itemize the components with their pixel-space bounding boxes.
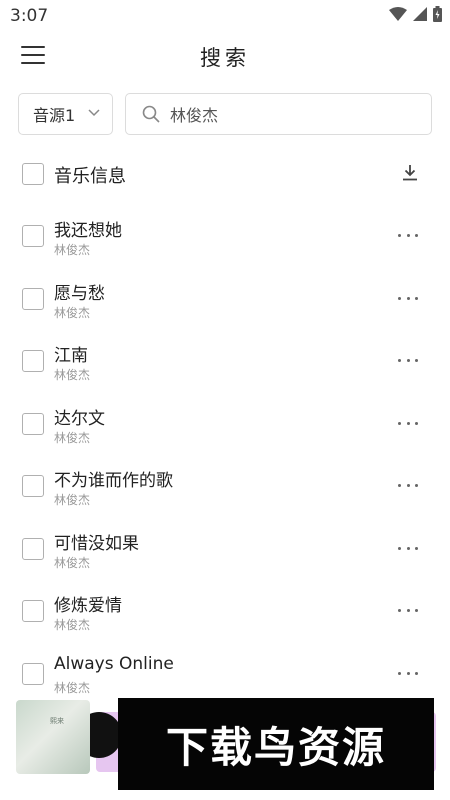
status-time: 3:07	[10, 6, 49, 26]
song-artist: 林俊杰	[54, 555, 91, 570]
source-select-value: 音源1	[33, 106, 76, 125]
song-artist: 林俊杰	[54, 618, 91, 632]
search-input[interactable]	[170, 104, 400, 124]
more-options-icon[interactable]	[398, 546, 418, 553]
song-checkbox[interactable]	[22, 662, 44, 685]
source-select[interactable]: 音源1	[18, 93, 113, 135]
song-checkbox[interactable]	[22, 287, 44, 310]
song-row[interactable]: 不为谁而作的歌 林俊杰	[0, 460, 450, 523]
song-row[interactable]: 达尔文 林俊杰	[0, 398, 450, 461]
more-options-icon[interactable]	[398, 609, 418, 615]
status-bar: 3:07	[0, 0, 450, 32]
watermark-banner: 下载鸟资源	[118, 698, 434, 790]
mini-player: 熙来 下载鸟资源	[16, 698, 436, 790]
song-title: 修炼爱情	[54, 596, 122, 616]
chevron-down-icon	[88, 109, 100, 117]
watermark-text: 下载鸟资源	[165, 722, 386, 772]
more-options-icon[interactable]	[398, 359, 418, 365]
download-icon[interactable]	[402, 164, 418, 182]
battery-icon	[433, 6, 442, 22]
song-checkbox[interactable]	[22, 600, 44, 622]
song-row[interactable]: 愿与愁 林俊杰	[0, 273, 450, 336]
song-title: 愿与愁	[54, 283, 105, 304]
list-header-label: 音乐信息	[54, 166, 126, 187]
song-artist: 林俊杰	[54, 305, 91, 320]
song-list: 我还想她 林俊杰 愿与愁 林俊杰 江南 林俊杰 达尔文 林俊杰 不为谁而作的歌 …	[0, 210, 450, 710]
song-title: 不为谁而作的歌	[54, 471, 173, 491]
more-options-icon[interactable]	[398, 234, 418, 240]
song-title: 达尔文	[54, 408, 105, 429]
song-title: 我还想她	[54, 221, 122, 241]
song-title: Always Online	[54, 653, 174, 674]
song-artist: 林俊杰	[54, 493, 91, 507]
status-icons	[389, 6, 442, 22]
song-checkbox[interactable]	[22, 412, 44, 435]
song-row[interactable]: 江南 林俊杰	[0, 335, 450, 398]
song-checkbox[interactable]	[22, 350, 44, 372]
more-options-icon[interactable]	[398, 296, 418, 303]
search-icon	[142, 105, 160, 123]
more-options-icon[interactable]	[398, 671, 418, 678]
album-cover-text: 熙来	[50, 717, 64, 725]
wifi-icon	[389, 7, 407, 21]
select-all-checkbox[interactable]	[22, 163, 44, 185]
song-row[interactable]: 修炼爱情 林俊杰	[0, 585, 450, 648]
app-bar: 搜索	[0, 32, 450, 80]
song-artist: 林俊杰	[54, 368, 91, 382]
song-row[interactable]: 可惜没如果 林俊杰	[0, 523, 450, 586]
search-row: 音源1	[18, 93, 432, 135]
song-artist: 林俊杰	[54, 680, 91, 695]
song-artist: 林俊杰	[54, 430, 91, 445]
song-artist: 林俊杰	[54, 243, 91, 257]
page-title: 搜索	[200, 46, 250, 70]
song-checkbox[interactable]	[22, 475, 44, 497]
album-cover[interactable]: 熙来	[16, 700, 90, 774]
search-box[interactable]	[125, 93, 432, 135]
more-options-icon[interactable]	[398, 484, 418, 490]
song-title: 江南	[54, 346, 88, 366]
song-title: 可惜没如果	[54, 533, 139, 554]
more-options-icon[interactable]	[398, 421, 418, 428]
song-row[interactable]: 我还想她 林俊杰	[0, 210, 450, 273]
song-checkbox[interactable]	[22, 225, 44, 247]
signal-icon	[413, 7, 427, 21]
song-checkbox[interactable]	[22, 537, 44, 560]
list-header: 音乐信息	[20, 160, 430, 190]
